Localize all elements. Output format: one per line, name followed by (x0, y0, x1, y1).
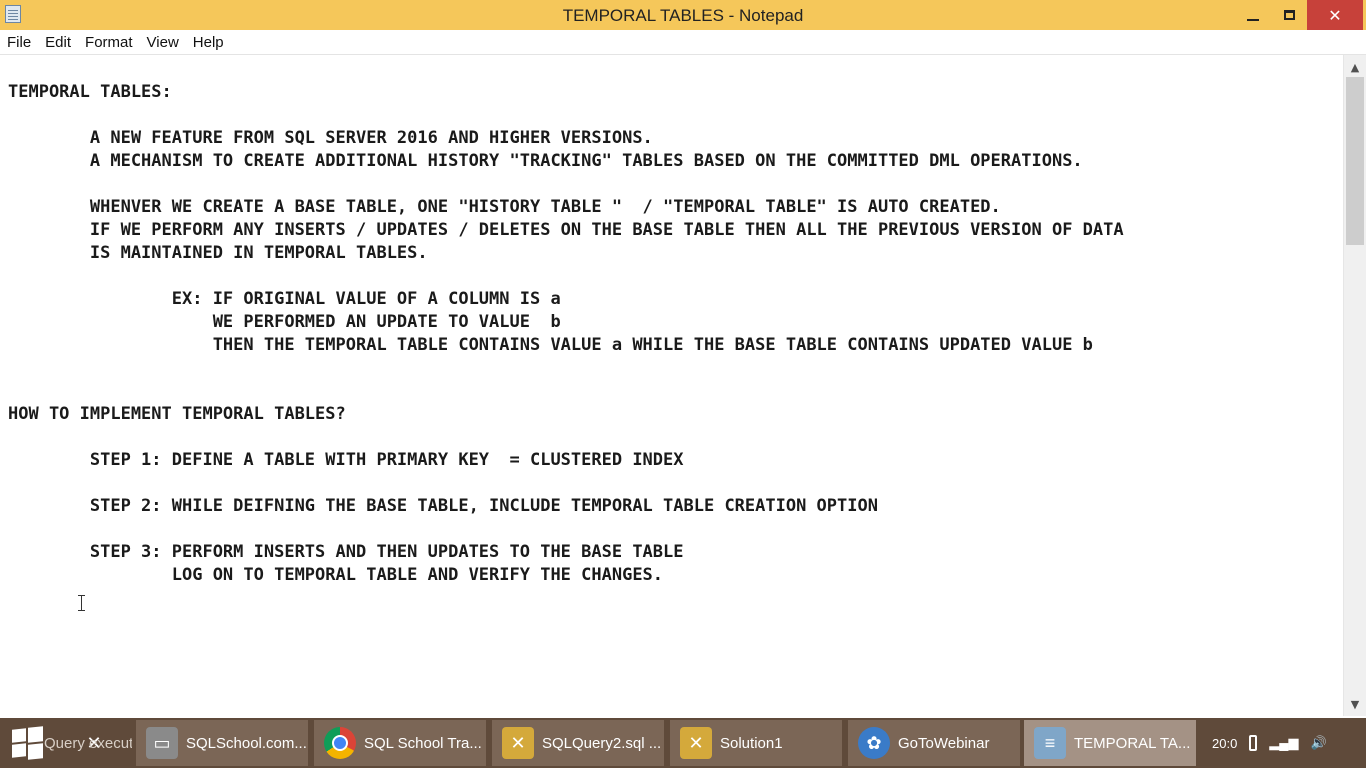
scroll-thumb[interactable] (1346, 77, 1364, 245)
taskbar: ✕ Query executed succe ▭ SQLSchool.com..… (0, 718, 1366, 768)
taskbar-item-sqlschool-drive[interactable]: ▭ SQLSchool.com... (136, 720, 308, 766)
taskbar-item-label: TEMPORAL TA... (1074, 734, 1191, 752)
chrome-icon (324, 727, 356, 759)
taskbar-item-sqlquery[interactable]: ✕ SQLQuery2.sql ... (492, 720, 664, 766)
taskbar-item-label: Query executed succe (44, 734, 132, 752)
restore-icon (1283, 10, 1295, 20)
menu-edit[interactable]: Edit (38, 34, 78, 51)
text-editor[interactable]: TEMPORAL TABLES: A NEW FEATURE FROM SQL … (0, 55, 1343, 716)
maximize-button[interactable] (1272, 0, 1306, 30)
ssms-icon: ✕ (680, 727, 712, 759)
windows-logo-pane (28, 743, 43, 760)
menu-file[interactable]: File (0, 34, 38, 51)
taskbar-item-ssms-status[interactable]: ✕ Query executed succe (44, 720, 132, 766)
scroll-up-arrow-icon[interactable]: ▲ (1344, 57, 1366, 77)
notepad-icon: ≡ (1034, 727, 1066, 759)
menu-view[interactable]: View (140, 34, 186, 51)
volume-icon[interactable]: 🔊 (1311, 735, 1327, 751)
vertical-scrollbar[interactable]: ▲ ▼ (1343, 55, 1366, 716)
close-button[interactable]: ✕ (1307, 0, 1363, 30)
taskbar-item-notepad[interactable]: ≡ TEMPORAL TA... (1024, 720, 1196, 766)
menu-bar: File Edit Format View Help (0, 30, 1366, 55)
minimize-button[interactable] (1236, 0, 1270, 30)
start-button[interactable] (10, 726, 44, 760)
taskbar-item-label: Solution1 (720, 734, 783, 752)
ibeam-cursor-icon (78, 595, 85, 611)
menu-help[interactable]: Help (186, 34, 231, 51)
windows-logo-icon (12, 728, 26, 743)
taskbar-item-chrome[interactable]: SQL School Tra... (314, 720, 486, 766)
wifi-icon[interactable]: ▂▄▆ (1269, 735, 1298, 751)
taskbar-item-label: GoToWebinar (898, 734, 990, 752)
ssms-icon: ✕ (502, 727, 534, 759)
window-title: TEMPORAL TABLES - Notepad (562, 6, 804, 25)
system-tray: 20:0 ▂▄▆ 🔊 (1206, 718, 1366, 768)
document-text[interactable]: TEMPORAL TABLES: A NEW FEATURE FROM SQL … (8, 81, 1124, 587)
clock-text[interactable]: 20:0 (1212, 736, 1237, 751)
taskbar-item-solution1[interactable]: ✕ Solution1 (670, 720, 842, 766)
taskbar-item-label: SQL School Tra... (364, 734, 482, 752)
scroll-down-arrow-icon[interactable]: ▼ (1344, 694, 1366, 714)
battery-icon[interactable] (1249, 735, 1258, 751)
minimize-icon (1247, 19, 1259, 21)
windows-logo-pane (28, 726, 43, 743)
title-bar[interactable]: TEMPORAL TABLES - Notepad ✕ (0, 0, 1366, 30)
windows-logo-pane (12, 743, 26, 758)
network-drive-icon: ▭ (146, 727, 178, 759)
taskbar-item-label: SQLSchool.com... (186, 734, 307, 752)
taskbar-item-label: SQLQuery2.sql ... (542, 734, 662, 752)
taskbar-item-gotowebinar[interactable]: ✿ GoToWebinar (848, 720, 1020, 766)
menu-format[interactable]: Format (78, 34, 140, 51)
gotowebinar-icon: ✿ (858, 727, 890, 759)
